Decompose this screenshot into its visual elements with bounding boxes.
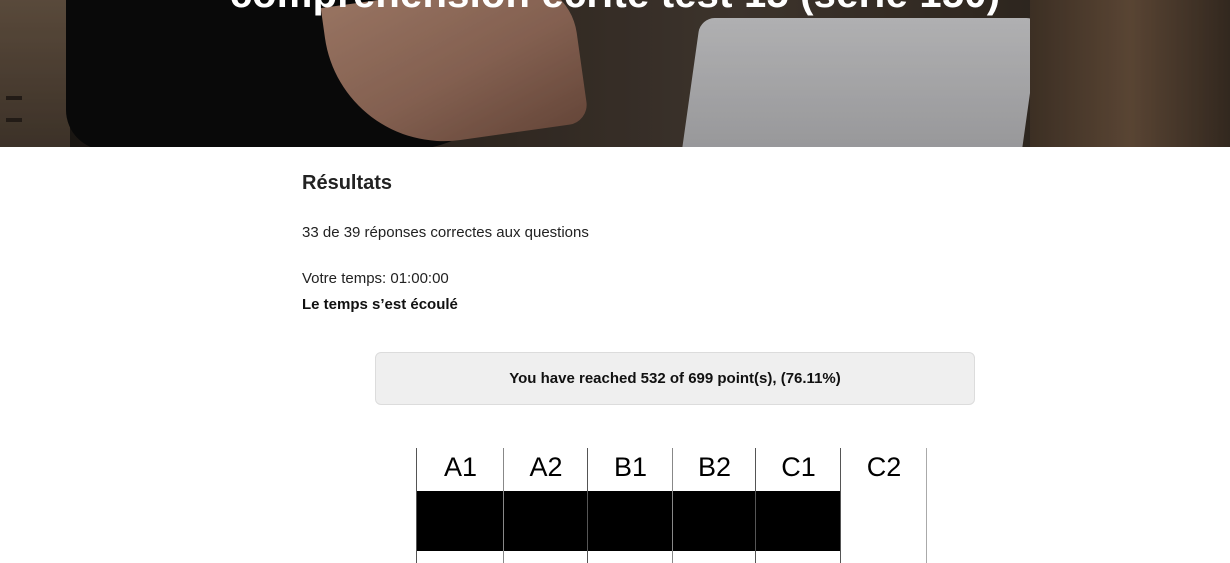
- level-label-a2: A2: [529, 452, 563, 482]
- level-label-b1: B1: [613, 452, 648, 482]
- points-summary-text: You have reached 532 of 699 point(s), (7…: [509, 370, 841, 387]
- level-column-b1: B1: [587, 448, 673, 563]
- time-expired-notice: Le temps s’est écoulé: [302, 296, 458, 313]
- hero-banner: compréhension écrite test 15 (série 150): [0, 0, 1230, 147]
- level-column-b2: B2: [672, 448, 756, 563]
- level-column-c2: C2: [840, 448, 927, 563]
- level-label-a1: A1: [443, 452, 478, 482]
- elapsed-time: Votre temps: 01:00:00: [302, 270, 449, 287]
- level-scale-chart: A1 A2 B1 B2 C1 C2: [416, 448, 928, 563]
- points-summary-box: You have reached 532 of 699 point(s), (7…: [375, 352, 975, 405]
- level-column-a2: A2: [503, 448, 588, 563]
- level-column-c1: C1: [755, 448, 841, 563]
- level-label-c2: C2: [866, 452, 902, 482]
- level-label-b2: B2: [697, 452, 732, 482]
- correct-answers-count: 33 de 39 réponses correctes aux question…: [302, 224, 589, 241]
- level-label-c1: C1: [781, 452, 816, 482]
- page-title: compréhension écrite test 15 (série 150): [0, 0, 1230, 17]
- results-heading: Résultats: [302, 172, 393, 194]
- level-column-a1: A1: [416, 448, 504, 563]
